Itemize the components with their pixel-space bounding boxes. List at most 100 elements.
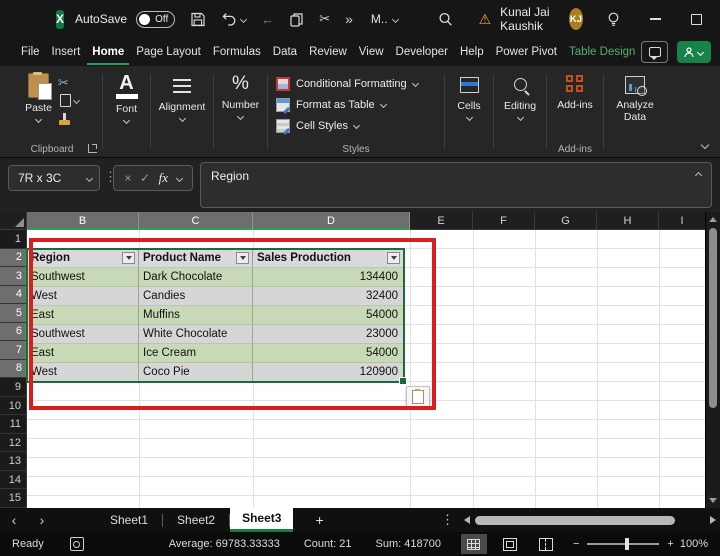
minimize-button[interactable]	[649, 12, 661, 26]
row-header-13[interactable]: 13	[0, 452, 27, 471]
cell-d6[interactable]: 23000	[253, 325, 404, 344]
cell-b2[interactable]: Region	[27, 249, 139, 268]
row-header-5[interactable]: 5	[0, 304, 27, 323]
row-header-7[interactable]: 7	[0, 341, 27, 360]
formula-bar-input[interactable]: Region	[200, 162, 712, 208]
cell-c5[interactable]: Muffins	[139, 306, 253, 325]
sheet-tab-sheet1[interactable]: Sheet1	[96, 508, 162, 532]
cell-d3[interactable]: 134400	[253, 268, 404, 287]
cell-b3[interactable]: Southwest	[27, 268, 139, 287]
vertical-scrollbar[interactable]	[705, 212, 720, 508]
tab-data[interactable]: Data	[268, 39, 302, 65]
quick-access-overflow-icon[interactable]: »	[345, 11, 353, 27]
tab-help[interactable]: Help	[455, 39, 489, 65]
vertical-scroll-thumb[interactable]	[709, 228, 717, 408]
conditional-formatting-button[interactable]: Conditional Formatting	[276, 73, 419, 94]
cell-b4[interactable]: West	[27, 287, 139, 306]
alignment-group-button[interactable]: Alignment	[151, 66, 213, 157]
share-button[interactable]	[676, 41, 711, 63]
cell-c7[interactable]: Ice Cream	[139, 344, 253, 363]
column-header-c[interactable]: C	[139, 212, 253, 230]
cut-button[interactable]: ✂	[58, 75, 69, 90]
name-box[interactable]: 7R x 3C	[8, 165, 100, 191]
tab-review[interactable]: Review	[304, 39, 352, 65]
undo-button[interactable]	[221, 12, 248, 26]
cell-d2[interactable]: Sales Production	[253, 249, 404, 268]
row-header-11[interactable]: 11	[0, 415, 27, 434]
column-header-g[interactable]: G	[535, 212, 597, 230]
clipboard-dialog-launcher-icon[interactable]	[88, 144, 97, 153]
tab-power-pivot[interactable]: Power Pivot	[491, 39, 562, 65]
column-header-i[interactable]: I	[659, 212, 706, 230]
editing-group-button[interactable]: Editing	[494, 66, 546, 157]
redo-icon[interactable]: ←	[261, 12, 274, 27]
cell-d8[interactable]: 120900	[253, 363, 404, 382]
row-header-15[interactable]: 15	[0, 489, 27, 508]
filter-dropdown-icon[interactable]	[122, 252, 135, 264]
cell-styles-button[interactable]: Cell Styles	[276, 115, 361, 136]
row-header-10[interactable]: 10	[0, 396, 27, 416]
name-box-dropdown-icon[interactable]	[85, 174, 94, 182]
paste-button[interactable]: Paste	[25, 72, 52, 124]
autosave-toggle[interactable]: Off	[136, 10, 176, 28]
cut-icon[interactable]: ✂	[319, 11, 330, 27]
horizontal-scroll-thumb[interactable]	[475, 515, 675, 525]
sheet-tab-sheet2[interactable]: Sheet2	[163, 508, 229, 532]
scroll-down-icon[interactable]	[709, 498, 717, 503]
cell-b8[interactable]: West	[27, 363, 139, 382]
warning-icon[interactable]: ⚠	[479, 11, 492, 28]
cells-group-button[interactable]: Cells	[445, 66, 493, 157]
column-header-d[interactable]: D	[253, 212, 410, 230]
cell-b6[interactable]: Southwest	[27, 325, 139, 344]
tab-insert[interactable]: Insert	[47, 39, 86, 65]
tab-page-layout[interactable]: Page Layout	[131, 39, 206, 65]
select-all-corner[interactable]	[0, 212, 27, 230]
tab-table-design[interactable]: Table Design	[564, 39, 640, 65]
collapse-formula-bar-icon[interactable]	[694, 171, 703, 180]
zoom-level[interactable]: 100%	[680, 538, 708, 550]
zoom-slider[interactable]	[587, 538, 660, 550]
column-header-b[interactable]: B	[27, 212, 139, 230]
search-icon[interactable]	[438, 12, 453, 27]
page-layout-view-button[interactable]	[497, 534, 523, 554]
zoom-out-button[interactable]: −	[573, 538, 579, 550]
column-header-f[interactable]: F	[473, 212, 535, 230]
macro-record-icon[interactable]	[69, 537, 84, 551]
cell-d4[interactable]: 32400	[253, 287, 404, 306]
tab-developer[interactable]: Developer	[391, 39, 453, 65]
row-header-14[interactable]: 14	[0, 470, 27, 490]
cell-c2[interactable]: Product Name	[139, 249, 253, 268]
cell-d5[interactable]: 54000	[253, 306, 404, 325]
cell-c3[interactable]: Dark Chocolate	[139, 268, 253, 287]
scroll-right-icon[interactable]	[710, 516, 716, 524]
column-header-e[interactable]: E	[410, 212, 473, 230]
lightbulb-icon[interactable]	[607, 12, 620, 26]
zoom-slider-thumb[interactable]	[625, 538, 630, 550]
save-icon[interactable]	[190, 12, 206, 27]
comments-button[interactable]	[641, 41, 668, 63]
tab-home[interactable]: Home	[87, 39, 130, 65]
row-header-2[interactable]: 2	[0, 248, 27, 268]
normal-view-button[interactable]	[460, 534, 487, 554]
tab-formulas[interactable]: Formulas	[208, 39, 266, 65]
row-header-12[interactable]: 12	[0, 433, 27, 453]
row-header-4[interactable]: 4	[0, 285, 27, 305]
format-as-table-button[interactable]: Format as Table	[276, 94, 387, 115]
enter-icon[interactable]: ✓	[140, 171, 150, 185]
scroll-up-icon[interactable]	[709, 217, 717, 222]
cancel-icon[interactable]: ×	[124, 171, 131, 185]
paste-options-button[interactable]	[406, 386, 430, 408]
prev-sheet-icon[interactable]: ‹	[0, 512, 28, 528]
format-painter-button[interactable]	[58, 111, 71, 126]
sheet-tab-sheet3[interactable]: Sheet3	[230, 508, 294, 532]
cell-c4[interactable]: Candies	[139, 287, 253, 306]
fx-dropdown-icon[interactable]	[175, 174, 183, 182]
row-header-9[interactable]: 9	[0, 378, 27, 397]
analyze-data-button[interactable]: Analyze Data	[604, 66, 666, 157]
cell-d7[interactable]: 54000	[253, 344, 404, 363]
sheet-options-icon[interactable]: ⋮	[441, 512, 454, 528]
new-sheet-button[interactable]: +	[315, 512, 323, 528]
next-sheet-icon[interactable]: ›	[28, 512, 56, 528]
font-group-button[interactable]: A Font	[103, 66, 150, 157]
avatar[interactable]: KJ	[569, 8, 583, 30]
